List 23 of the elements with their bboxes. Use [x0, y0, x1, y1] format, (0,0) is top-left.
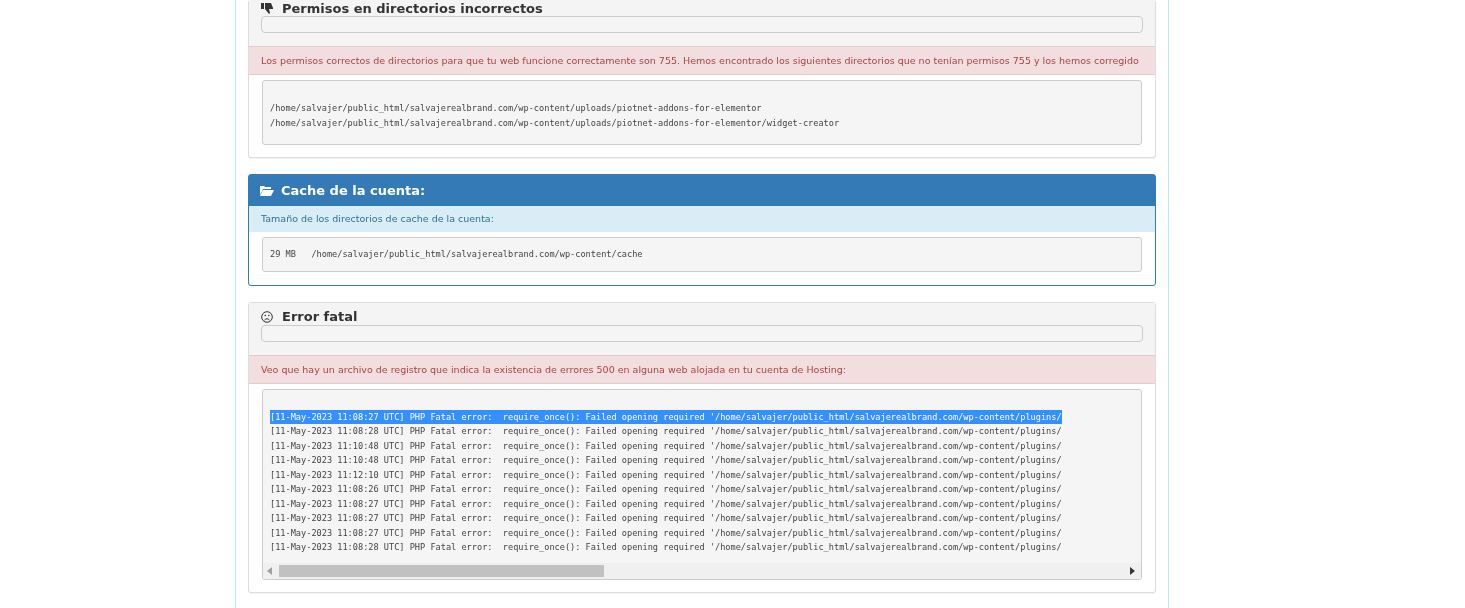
code-line: [11-May-2023 11:08:28 UTC] PHP Fatal error: require_once(): Failed opening required '/home/salvajer/public_html/salvajerealbrand.com/wp-content/plugins/	[270, 425, 1062, 438]
warning-message: Los permisos correctos de directorios para que tu web funcione correctamente son 755. Hemos encontrado los siguientes directorios que no tenían permisos 755 y los hemos corregido	[249, 46, 1155, 75]
panel-title: Cache de la cuenta:	[281, 183, 426, 198]
code-line: [11-May-2023 11:08:27 UTC] PHP Fatal error: require_once(): Failed opening required '/home/salvajer/public_html/salvajerealbrand.com/wp-content/plugins/	[270, 497, 1062, 511]
folder-icon	[260, 185, 274, 196]
thumbs-down-icon	[261, 2, 273, 14]
code-line: [11-May-2023 11:08:28 UTC] PHP Fatal error: require_once(): Failed opening required '/home/salvajer/public_html/salvajerealbrand.com/wp-content/plugins/	[270, 541, 1062, 554]
warning-message: Veo que hay un archivo de registro que indica la existencia de errores 500 en alguna web alojada en tu cuenta de Hosting:	[249, 354, 1155, 384]
sad-face-icon	[261, 310, 273, 323]
code-line: /home/salvajer/public_html/salvajerealbrand.com/wp-content/uploads/piotnet-addons-for-elementor	[270, 102, 762, 115]
code-line: [11-May-2023 11:08:27 UTC] PHP Fatal error: require_once(): Failed opening required '/home/salvajer/public_html/salvajerealbrand.com/wp-content/plugins/	[270, 512, 1062, 525]
panel-title: Permisos en directorios incorrectos	[282, 0, 543, 16]
code-line: /home/salvajer/public_html/salvajerealbrand.com/wp-content/uploads/piotnet-addons-for-elementor/widget-creator	[270, 116, 840, 130]
code-line: [11-May-2023 11:08:27 UTC] PHP Fatal error: require_once(): Failed opening required '/home/salvajer/public_html/salvajerealbrand.com/wp-content/plugins/	[270, 526, 1062, 540]
code-line: [11-May-2023 11:12:10 UTC] PHP Fatal error: require_once(): Failed opening required '/home/salvajer/public_html/salvajerealbrand.com/wp-content/plugins/	[270, 468, 1062, 482]
code-line: 29 MB /home/salvajer/public_html/salvajerealbrand.com/wp-content/cache	[270, 248, 643, 261]
panel-title: Error fatal	[282, 309, 358, 324]
scroll-right-icon[interactable]	[1129, 566, 1135, 575]
code-line: [11-May-2023 11:10:48 UTC] PHP Fatal error: require_once(): Failed opening required '/home/salvajer/public_html/salvajerealbrand.com/wp-content/plugins/	[270, 439, 1062, 453]
code-line: [11-May-2023 11:08:26 UTC] PHP Fatal error: require_once(): Failed opening required '/home/salvajer/public_html/salvajerealbrand.com/wp-content/plugins/	[270, 483, 1062, 496]
scroll-left-icon[interactable]	[267, 566, 273, 575]
info-message: Tamaño de los directorios de cache de la cuenta:	[249, 206, 1155, 232]
code-line: [11-May-2023 11:10:48 UTC] PHP Fatal error: require_once(): Failed opening required '/home/salvajer/public_html/salvajerealbrand.com/wp-content/plugins/	[270, 454, 1062, 467]
